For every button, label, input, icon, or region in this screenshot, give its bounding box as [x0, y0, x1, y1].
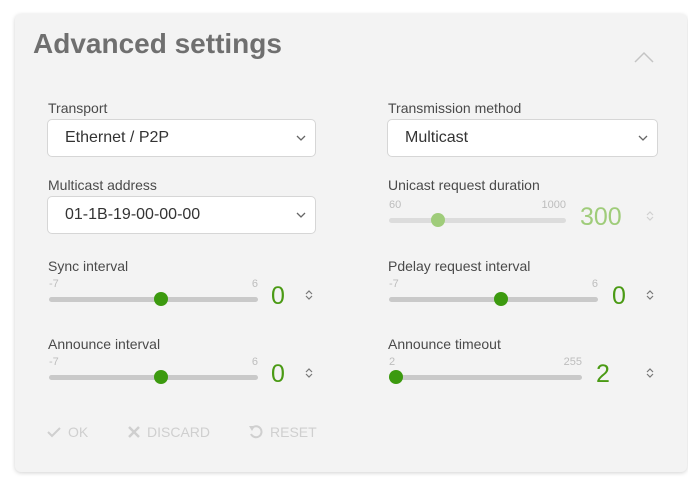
undo-icon: [249, 425, 263, 439]
pdelay-min: -7: [389, 278, 399, 290]
panel-title: Advanced settings: [33, 28, 282, 59]
chevron-up-icon[interactable]: [633, 50, 655, 64]
discard-button[interactable]: DISCARD: [127, 424, 210, 440]
unicast-max: 1000: [541, 199, 566, 211]
announce-interval-value: 0: [271, 360, 285, 388]
transmission-value: Multicast: [405, 129, 469, 146]
check-icon: [47, 427, 61, 438]
unicast-slider[interactable]: 60 1000: [389, 197, 566, 237]
pdelay-thumb[interactable]: [494, 292, 509, 306]
sync-thumb[interactable]: [154, 292, 169, 306]
announce-timeout-slider[interactable]: 2 255: [389, 354, 582, 394]
announce-interval-slider[interactable]: -7 6: [49, 354, 258, 394]
unicast-track: [389, 218, 566, 223]
chevron-down-icon: [296, 135, 306, 141]
multicast-label: Multicast address: [48, 177, 157, 193]
x-icon: [128, 426, 140, 438]
spinner-arrows-icon[interactable]: [645, 288, 655, 302]
ok-label: OK: [68, 424, 89, 440]
unicast-thumb[interactable]: [430, 213, 445, 227]
announce-timeout-label: Announce timeout: [388, 336, 501, 352]
reset-label: RESET: [270, 424, 317, 440]
sync-label: Sync interval: [48, 258, 129, 274]
pdelay-value: 0: [612, 282, 626, 310]
multicast-select[interactable]: 01-1B-19-00-00-00: [47, 196, 316, 234]
chevron-down-icon: [296, 212, 306, 218]
pdelay-slider[interactable]: -7 6: [389, 276, 598, 316]
reset-button[interactable]: RESET: [248, 424, 317, 440]
announce-timeout-track: [389, 375, 582, 380]
announce-timeout-thumb[interactable]: [389, 370, 403, 384]
announce-interval-min: -7: [49, 356, 59, 368]
announce-timeout-value: 2: [596, 360, 610, 388]
pdelay-max: 6: [591, 278, 598, 290]
multicast-value: 01-1B-19-00-00-00: [65, 206, 201, 223]
unicast-label: Unicast request duration: [388, 177, 540, 193]
unicast-min: 60: [389, 199, 402, 211]
announce-interval-thumb[interactable]: [154, 370, 169, 384]
announce-interval-label: Announce interval: [48, 336, 161, 352]
ok-button[interactable]: OK: [46, 424, 88, 440]
chevron-down-icon: [638, 135, 648, 141]
transmission-select[interactable]: Multicast: [387, 119, 658, 157]
spinner-arrows-icon[interactable]: [304, 366, 314, 380]
announce-timeout-max: 255: [563, 356, 582, 368]
transmission-label: Transmission method: [388, 100, 522, 116]
sync-min: -7: [49, 278, 59, 290]
advanced-settings-panel: [15, 14, 687, 472]
discard-label: DISCARD: [147, 424, 211, 440]
transport-label: Transport: [48, 100, 108, 116]
announce-timeout-min: 2: [389, 356, 396, 368]
sync-slider[interactable]: -7 6: [49, 276, 258, 316]
spinner-arrows-icon[interactable]: [645, 366, 655, 380]
spinner-arrows-icon[interactable]: [645, 209, 655, 223]
announce-interval-max: 6: [251, 356, 258, 368]
spinner-arrows-icon[interactable]: [304, 288, 314, 302]
sync-value: 0: [271, 282, 285, 310]
unicast-value: 300: [580, 203, 622, 231]
pdelay-label: Pdelay request interval: [388, 258, 531, 274]
sync-max: 6: [251, 278, 258, 290]
transport-value: Ethernet / P2P: [65, 129, 170, 146]
transport-select[interactable]: Ethernet / P2P: [47, 119, 316, 157]
